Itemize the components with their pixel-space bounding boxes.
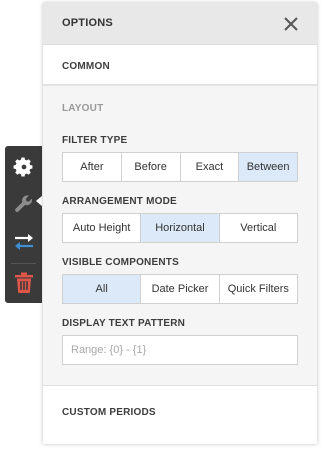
visible-components-label: VISIBLE COMPONENTS [62, 257, 179, 268]
swap-arrows-icon[interactable] [5, 223, 42, 261]
display-text-pattern-input[interactable] [62, 335, 298, 365]
section-custom-periods[interactable]: CUSTOM PERIODS [43, 386, 317, 444]
close-icon[interactable] [281, 14, 301, 34]
section-custom-periods-title: CUSTOM PERIODS [62, 407, 156, 418]
panel-header: OPTIONS [43, 3, 317, 45]
gear-icon[interactable] [5, 148, 42, 186]
section-layout-title: LAYOUT [62, 103, 104, 114]
section-layout: LAYOUT FILTER TYPE After Before Exact Be… [43, 85, 317, 386]
filter-type-exact[interactable]: Exact [181, 153, 240, 181]
arrangement-mode-label: ARRANGEMENT MODE [62, 196, 177, 207]
options-panel: OPTIONS COMMON LAYOUT FILTER TYPE After … [43, 3, 317, 444]
arrangement-horizontal[interactable]: Horizontal [141, 214, 220, 242]
filter-type-group: After Before Exact Between [62, 152, 298, 182]
trash-icon[interactable] [5, 264, 42, 302]
visible-components-all[interactable]: All [63, 275, 142, 303]
visible-components-group: All Date Picker Quick Filters [62, 274, 298, 304]
arrangement-mode-group: Auto Height Horizontal Vertical [62, 213, 298, 243]
visible-components-quick-filters[interactable]: Quick Filters [220, 275, 297, 303]
display-text-pattern-label: DISPLAY TEXT PATTERN [62, 318, 186, 329]
section-common[interactable]: COMMON [43, 45, 317, 85]
filter-type-after[interactable]: After [63, 153, 122, 181]
arrangement-auto-height[interactable]: Auto Height [63, 214, 142, 242]
filter-type-before[interactable]: Before [122, 153, 181, 181]
panel-pointer [36, 195, 43, 207]
section-common-title: COMMON [62, 61, 110, 72]
panel-title: OPTIONS [62, 17, 113, 29]
side-toolbar [5, 146, 42, 303]
filter-type-label: FILTER TYPE [62, 135, 128, 146]
visible-components-date-picker[interactable]: Date Picker [141, 275, 220, 303]
filter-type-between[interactable]: Between [239, 153, 297, 181]
arrangement-vertical[interactable]: Vertical [220, 214, 297, 242]
